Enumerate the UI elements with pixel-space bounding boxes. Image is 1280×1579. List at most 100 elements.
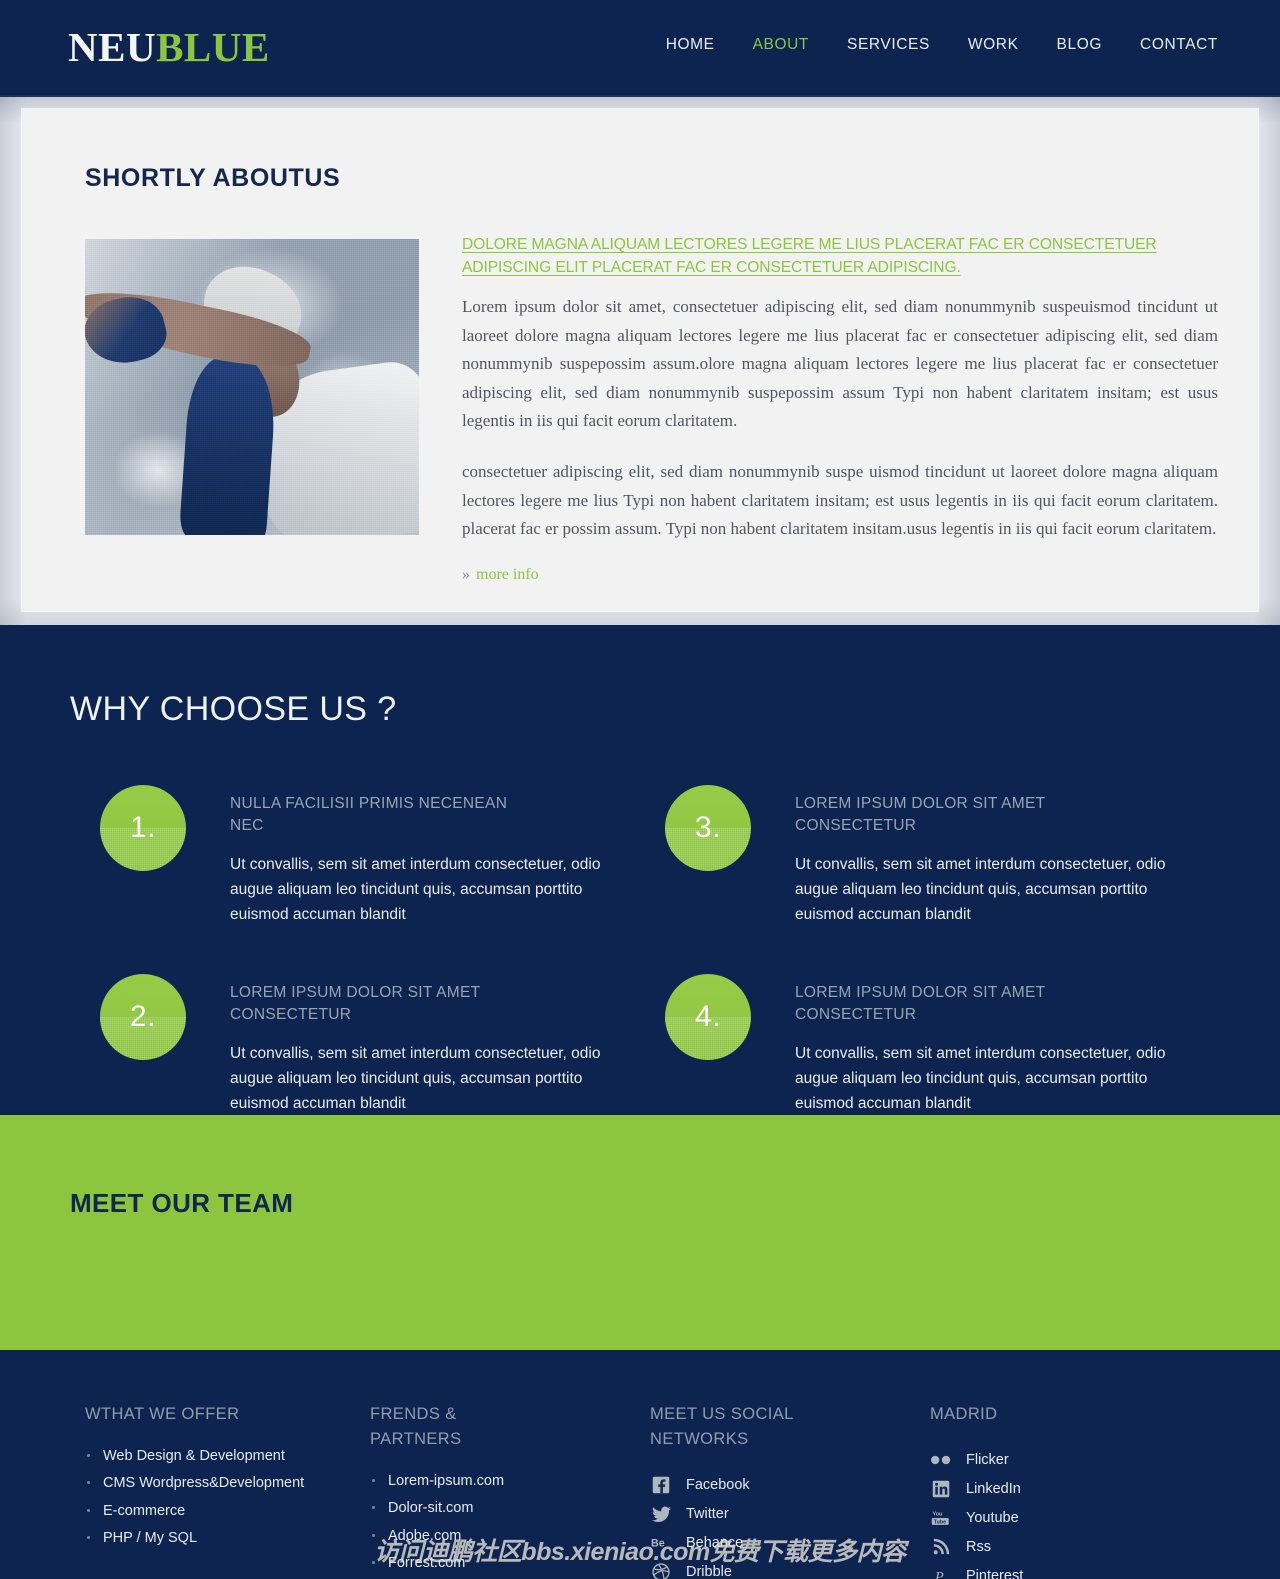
footer-column-title: FRENDS & PARTNERS	[370, 1405, 462, 1448]
list-item[interactable]: Rss	[930, 1536, 1210, 1559]
list-item[interactable]: Flicker	[930, 1449, 1210, 1472]
about-panel: SHORTLY ABOUTUS DOLORE MAGNA ALIQUAM LEC…	[22, 109, 1258, 611]
feature-text: LOREM IPSUM DOLOR SIT AMET CONSECTETUR U…	[751, 974, 1167, 1117]
nav-item-about[interactable]: ABOUT	[753, 36, 809, 54]
footer-column-madrid: MADRID Flicker LinkedIn You Tube Youtube…	[930, 1402, 1210, 1579]
page-root: NEUBLUE HOME ABOUT SERVICES WORK BLOG CO…	[0, 0, 1280, 1579]
social-label: Facebook	[686, 1477, 750, 1493]
about-paragraph-2: consectetuer adipiscing elit, sed diam n…	[462, 461, 1218, 539]
footer-column-social: MEET US SOCIAL NETWORKS Facebook Twitter	[650, 1402, 930, 1579]
why-choose-us-section: WHY CHOOSE US ? 1. NULLA FACILISII PRIMI…	[0, 625, 1280, 1115]
feature-number: 1.	[129, 811, 157, 844]
feature-heading: LOREM IPSUM DOLOR SIT AMET CONSECTETUR	[795, 795, 1046, 835]
social-label: Youtube	[966, 1510, 1019, 1527]
nav-item-blog[interactable]: BLOG	[1057, 36, 1102, 54]
social-label: Behance	[686, 1535, 744, 1551]
feature-number: 4.	[694, 999, 722, 1033]
nav-item-home[interactable]: HOME	[666, 36, 715, 54]
feature-text: NULLA FACILISII PRIMIS NECENEAN NEC Ut c…	[186, 785, 602, 928]
list-item[interactable]: LinkedIn	[930, 1478, 1210, 1501]
about-text-block: DOLORE MAGNA ALIQUAM LECTORES LEGERE ME …	[462, 234, 1218, 584]
page-title: SHORTLY ABOUTUS	[85, 164, 341, 192]
feature-heading: NULLA FACILISII PRIMIS NECENEAN NEC	[230, 795, 508, 835]
feature-text: LOREM IPSUM DOLOR SIT AMET CONSECTETUR U…	[751, 785, 1167, 928]
feature-number: 3.	[694, 811, 722, 844]
list-item[interactable]: Facebook	[650, 1474, 930, 1497]
logo-text-blue: BLUE	[156, 24, 270, 70]
social-link-list: Flicker LinkedIn You Tube Youtube Rss P …	[930, 1449, 1210, 1579]
footer-column-title: MADRID	[930, 1405, 998, 1423]
meet-our-team-title: MEET OUR TEAM	[70, 1188, 294, 1218]
site-footer: WTHAT WE OFFER Web Design & Development …	[0, 1350, 1280, 1579]
logo-text-neu: NEU	[68, 24, 157, 70]
list-item[interactable]: Be Behance	[650, 1532, 930, 1555]
footer-column-partners: FRENDS & PARTNERS Lorem-ipsum.com Dolor-…	[370, 1402, 650, 1579]
list-item[interactable]: Dolor-sit.com	[370, 1501, 650, 1529]
feature-heading: LOREM IPSUM DOLOR SIT AMET CONSECTETUR	[795, 983, 1046, 1024]
feature-item: 1. NULLA FACILISII PRIMIS NECENEAN NEC U…	[100, 785, 665, 928]
twitter-icon	[650, 1503, 672, 1525]
list-item[interactable]: PHP / My SQL	[85, 1531, 370, 1559]
about-heading-link[interactable]: DOLORE MAGNA ALIQUAM LECTORES LEGERE ME …	[462, 234, 1218, 279]
about-section: SHORTLY ABOUTUS DOLORE MAGNA ALIQUAM LEC…	[0, 97, 1280, 625]
svg-text:Be: Be	[651, 1538, 665, 1550]
list-item[interactable]: Web Design & Development	[85, 1449, 370, 1477]
footer-column-title: WTHAT WE OFFER	[85, 1405, 240, 1423]
social-link-list: Facebook Twitter Be Behance Dribble	[650, 1474, 930, 1579]
list-item[interactable]: You Tube Youtube	[930, 1507, 1210, 1530]
more-info-label: more info	[476, 565, 539, 583]
feature-number-circle: 3.	[665, 785, 751, 871]
feature-heading: LOREM IPSUM DOLOR SIT AMET CONSECTETUR	[230, 983, 481, 1024]
facebook-icon	[650, 1474, 672, 1496]
social-label: Dribble	[686, 1564, 732, 1579]
behance-icon: Be	[650, 1532, 672, 1554]
social-label: LinkedIn	[966, 1481, 1021, 1498]
feature-body: Ut convallis, sem sit amet interdum cons…	[230, 855, 601, 924]
svg-text:Tube: Tube	[934, 1520, 946, 1526]
list-item[interactable]: Adobe.com	[370, 1528, 650, 1557]
feature-item: 4. LOREM IPSUM DOLOR SIT AMET CONSECTETU…	[665, 973, 1210, 1117]
about-paragraph-1: Lorem ipsum dolor sit amet, consectetuer…	[462, 297, 1218, 431]
why-choose-us-title: WHY CHOOSE US ?	[70, 690, 397, 728]
feature-body: Ut convallis, sem sit amet interdum cons…	[795, 1044, 1166, 1113]
list-item[interactable]: CMS Wordpress&Development	[85, 1476, 370, 1504]
social-label: Pinterest	[966, 1568, 1024, 1579]
meet-our-team-section: MEET OUR TEAM	[0, 1115, 1280, 1350]
linkedin-icon	[930, 1478, 952, 1500]
about-photo	[85, 239, 419, 535]
list-item[interactable]: P Pinterest	[930, 1565, 1210, 1579]
features-grid: 1. NULLA FACILISII PRIMIS NECENEAN NEC U…	[100, 785, 1210, 1116]
feature-number-circle: 2.	[100, 973, 186, 1060]
nav-item-contact[interactable]: CONTACT	[1140, 36, 1218, 54]
footer-link-list: Lorem-ipsum.com Dolor-sit.com Adobe.com …	[370, 1473, 650, 1579]
footer-columns: WTHAT WE OFFER Web Design & Development …	[0, 1402, 1280, 1579]
nav-item-work[interactable]: WORK	[968, 36, 1019, 54]
list-item[interactable]: Dribble	[650, 1561, 930, 1579]
youtube-icon: You Tube	[930, 1507, 952, 1529]
feature-number-circle: 1.	[100, 785, 186, 871]
list-item[interactable]: Lorem-ipsum.com	[370, 1473, 650, 1502]
more-info-link[interactable]: » more info	[462, 566, 539, 583]
feature-number-circle: 4.	[665, 973, 751, 1060]
dribbble-icon	[650, 1561, 672, 1579]
footer-column-title: MEET US SOCIAL NETWORKS	[650, 1405, 794, 1448]
feature-text: LOREM IPSUM DOLOR SIT AMET CONSECTETUR U…	[186, 974, 602, 1117]
nav-item-services[interactable]: SERVICES	[847, 36, 930, 54]
svg-text:You: You	[933, 1512, 943, 1518]
site-logo[interactable]: NEUBLUE	[68, 27, 270, 68]
feature-item: 3. LOREM IPSUM DOLOR SIT AMET CONSECTETU…	[665, 785, 1210, 928]
social-label: Rss	[966, 1539, 991, 1556]
pinterest-icon: P	[930, 1565, 952, 1579]
feature-body: Ut convallis, sem sit amet interdum cons…	[795, 855, 1166, 924]
site-header: NEUBLUE HOME ABOUT SERVICES WORK BLOG CO…	[0, 0, 1280, 97]
feature-number: 2.	[129, 999, 157, 1033]
feature-body: Ut convallis, sem sit amet interdum cons…	[230, 1044, 601, 1113]
photo-dither-overlay	[85, 239, 419, 535]
main-navigation: HOME ABOUT SERVICES WORK BLOG CONTACT	[666, 36, 1218, 54]
footer-column-offer: WTHAT WE OFFER Web Design & Development …	[85, 1402, 370, 1579]
list-item[interactable]: Twitter	[650, 1503, 930, 1526]
list-item[interactable]: E-commerce	[85, 1504, 370, 1532]
svg-text:P: P	[934, 1570, 944, 1579]
rss-icon	[930, 1536, 952, 1558]
list-item[interactable]: Forrest.com	[370, 1556, 650, 1579]
